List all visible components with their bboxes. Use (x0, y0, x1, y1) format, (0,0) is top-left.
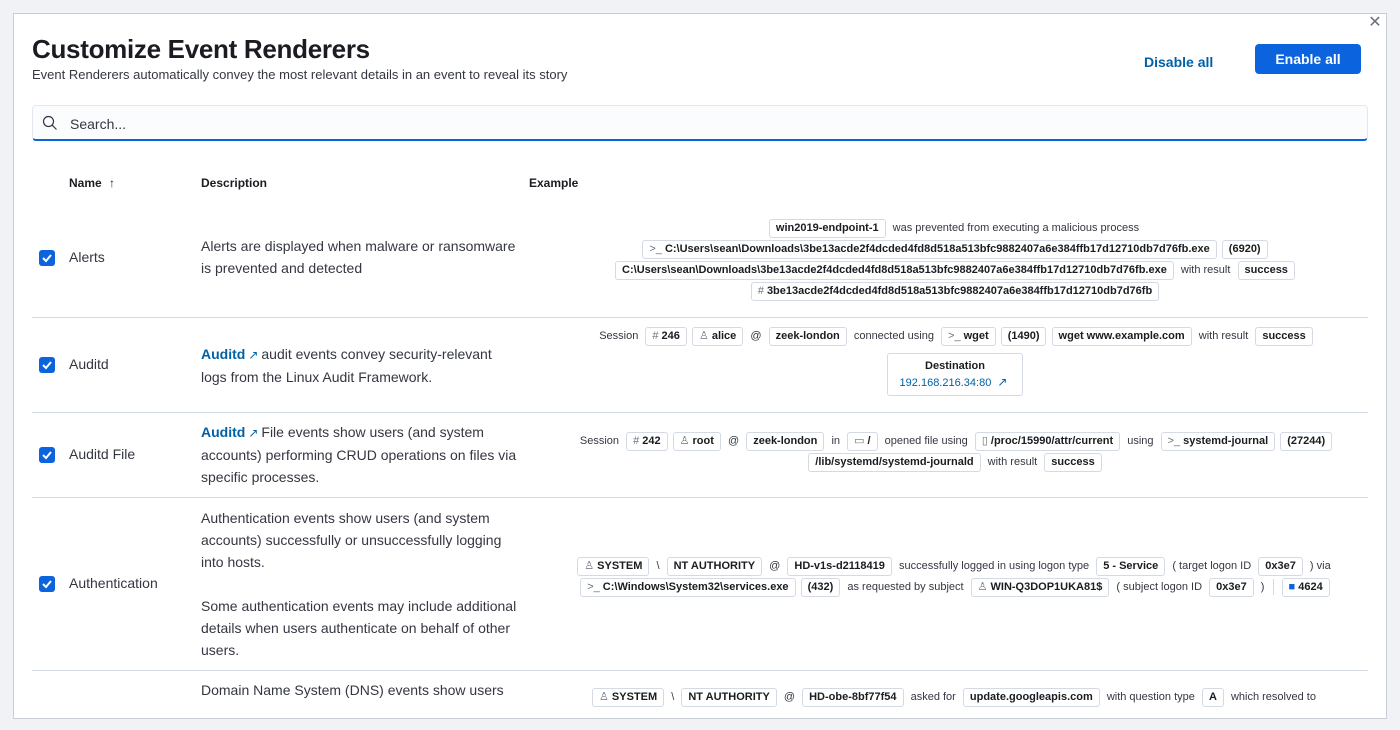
document-icon: ▯ (981, 434, 988, 447)
folder-icon: ▭ (854, 434, 865, 447)
session-token: #246 (645, 326, 687, 346)
terminal-icon: >_ (587, 580, 600, 593)
process-token: >_ wget (941, 326, 996, 346)
pid-token: (6920) (1221, 239, 1268, 259)
user-icon: ♙ (698, 329, 709, 342)
logon-type-token: 5 - Service (1096, 556, 1166, 576)
terminal-icon: >_ (649, 242, 662, 255)
customize-event-renderers-modal: ✕ Customize Event Renderers Event Render… (13, 13, 1387, 719)
row-checkbox[interactable] (39, 576, 55, 592)
column-header-description: Description (201, 176, 268, 190)
user-token: ♙ SYSTEM (577, 556, 650, 576)
row-name: Auditd (69, 356, 109, 372)
row-description: Authentication events show users (and sy… (201, 510, 502, 570)
row-example: ♙ SYSTEM \ NT AUTHORITY @ HD-v1s-d2118419… (542, 556, 1368, 598)
checkmark-icon (42, 580, 52, 589)
row-checkbox[interactable] (39, 447, 55, 463)
row-description: Auditd ↗ audit events convey security-rele… (201, 346, 492, 385)
destination-link[interactable]: 192.168.216.34:80 ↗ (900, 374, 1011, 391)
table-row: Auditd Auditd ↗ audit events convey securi… (32, 318, 1368, 413)
args-token: wget www.example.com (1051, 326, 1192, 346)
sort-ascending-icon: ↑ (109, 176, 116, 190)
row-description: Domain Name System (DNS) events show use… (201, 682, 504, 698)
process-token: >_ C:\Users\sean\Downloads\3be13acde2f4dc… (642, 239, 1217, 259)
subject-token: ♙ WIN-Q3DOP1UKA81$ (970, 577, 1110, 597)
result-token: success (1044, 452, 1102, 472)
row-example: Session #242 ♙ root @ zeek-london in ▭ / o… (542, 431, 1368, 473)
pid-token: (1490) (1000, 326, 1047, 346)
search-icon (42, 115, 57, 130)
row-example: ♙ SYSTEM \ NT AUTHORITY @ HD-obe-8bf77f54… (542, 687, 1368, 708)
terminal-icon: >_ (1167, 434, 1181, 447)
destination-box: Destination 192.168.216.34:80 ↗ (886, 353, 1024, 396)
user-icon: ♙ (599, 690, 609, 703)
row-checkbox[interactable] (39, 357, 55, 373)
user-icon: ♙ (977, 580, 988, 593)
pid-token: (27244) (1280, 431, 1333, 451)
user-token: ♙ alice (691, 326, 744, 346)
hash-token: #3be13acde2f4dcded4fd8d518a513bfc9882407… (750, 281, 1160, 301)
windows-icon: ■ (1288, 580, 1296, 593)
file-path-token: C:\Users\sean\Downloads\3be13acde2f4dcde… (615, 260, 1174, 280)
domain-token: NT AUTHORITY (681, 687, 777, 707)
table-row: Domain Name System (DNS) events show use… (32, 671, 1368, 718)
hash-icon: # (757, 284, 764, 297)
result-token: success (1237, 260, 1295, 280)
executable-token: /lib/systemd/systemd-journald (808, 452, 981, 472)
user-icon: ♙ (584, 559, 595, 572)
page-title: Customize Event Renderers (32, 34, 370, 64)
external-link-icon[interactable]: ↗ (248, 348, 258, 362)
file-token: ▯/proc/15990/attr/current (974, 431, 1121, 451)
row-name: Auditd File (69, 446, 136, 462)
column-header-example: Example (529, 176, 579, 190)
close-icon[interactable]: ✕ (1366, 14, 1384, 32)
domain-token: NT AUTHORITY (666, 556, 763, 576)
external-link-icon[interactable]: ↗ (997, 375, 1007, 389)
row-description: Alerts are displayed when malware or ran… (201, 238, 516, 276)
row-example: win2019-endpoint-1 was prevented from ex… (542, 218, 1368, 302)
directory-token: ▭ / (847, 431, 878, 451)
table-row: Auditd File Auditd ↗ File events show user… (32, 413, 1368, 498)
row-name: Authentication (69, 575, 158, 591)
host-token: zeek-london (746, 431, 825, 451)
process-token: >_ C:\Windows\System32\services.exe (580, 577, 796, 597)
auditd-link[interactable]: Auditd (201, 424, 245, 440)
host-token: HD-v1s-d2118419 (787, 556, 892, 576)
process-token: >_ systemd-journal (1160, 431, 1276, 451)
query-token: update.googleapis.com (962, 687, 1100, 707)
host-token: win2019-endpoint-1 (768, 218, 886, 238)
user-token: ♙ SYSTEM (592, 687, 665, 707)
pid-token: (432) (800, 577, 841, 597)
host-token: HD-obe-8bf77f54 (802, 687, 904, 707)
host-token: zeek-london (768, 326, 847, 346)
result-token: success (1255, 326, 1313, 346)
row-name: Alerts (69, 249, 105, 265)
row-example: Session #246 ♙ alice @ zeek-london connec… (542, 326, 1368, 396)
column-header-name[interactable]: Name ↑ (69, 176, 115, 190)
search-input[interactable] (68, 112, 1352, 136)
row-description-extra: Some authentication events may include a… (201, 598, 517, 658)
page-subtitle: Event Renderers automatically convey the… (32, 67, 568, 82)
divider (1273, 579, 1275, 596)
table-row: Alerts Alerts are displayed when malware… (32, 199, 1368, 318)
search-box (32, 105, 1368, 141)
terminal-icon: >_ (948, 329, 961, 342)
auditd-link[interactable]: Auditd (201, 346, 245, 362)
external-link-icon[interactable]: ↗ (248, 426, 258, 440)
question-type-token: A (1201, 687, 1224, 707)
logon-id-token: 0x3e7 (1258, 556, 1303, 576)
row-checkbox[interactable] (39, 250, 55, 266)
session-token: #242 (626, 431, 668, 451)
table-row: Authentication Authentication events sho… (32, 498, 1368, 671)
row-description: Auditd ↗ File events show users (and syste… (201, 424, 517, 485)
enable-all-button[interactable]: Enable all (1255, 44, 1361, 74)
disable-all-button[interactable]: Disable all (1144, 52, 1213, 72)
checkmark-icon (42, 451, 52, 460)
user-token: ♙ root (672, 431, 721, 451)
event-code-token: ■ 4624 (1281, 577, 1330, 597)
checkmark-icon (42, 254, 52, 263)
subject-logon-id-token: 0x3e7 (1209, 577, 1254, 597)
user-icon: ♙ (679, 434, 690, 447)
checkmark-icon (42, 361, 52, 370)
